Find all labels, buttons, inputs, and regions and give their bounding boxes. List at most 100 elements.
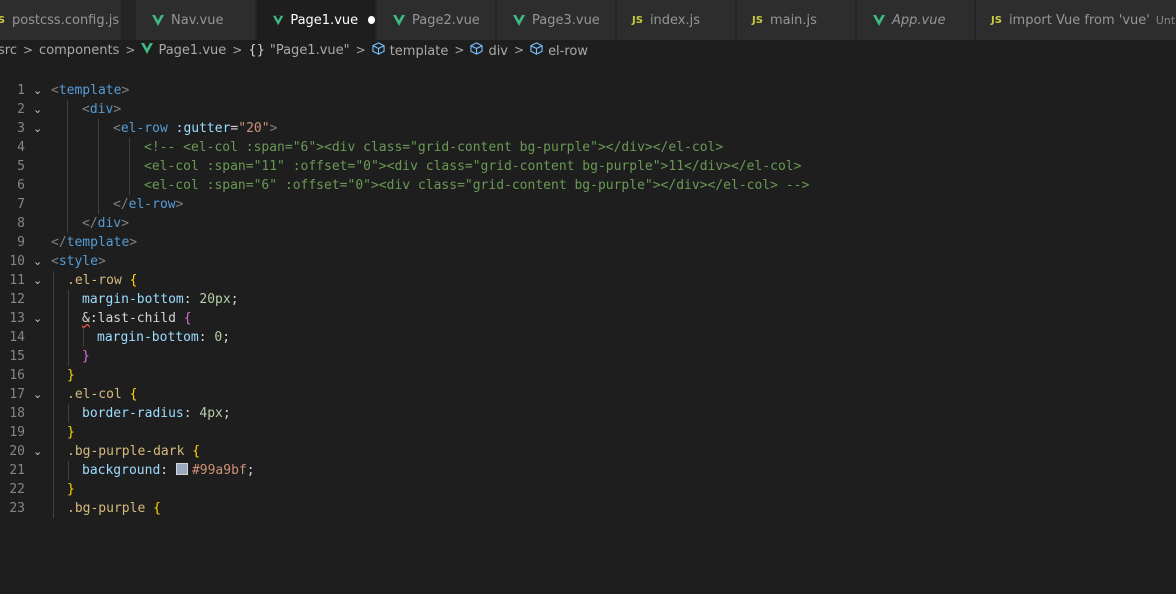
fold-chevron-icon[interactable]: ⌄ [33,119,45,138]
chevron-right-icon: > [454,43,465,57]
indent-guide [53,290,54,309]
code-text: margin-bottom: 20px; [82,290,239,309]
object-braces-icon: {} [248,42,265,58]
code-editor[interactable]: 1 2 ⌄ <template> 3 ⌄ <div> 4 ⌄ <el-row :… [0,60,1176,518]
indent-guide [129,176,130,195]
colon: : [160,463,176,478]
indent-guide [68,461,69,480]
code-line: 12 ⌄ .el-row { [0,271,1176,307]
tab-label: Page1.vue [290,12,359,28]
tab-label: postcss.config.js [11,12,120,28]
tag-name: el-row [120,121,168,136]
code-line: 18 ⌄ .el-col { [0,385,1176,421]
colon: : [198,330,215,345]
tab-page3-vue[interactable]: Page3.vue [497,0,616,40]
brace: { [183,311,192,326]
indent-guide [67,157,68,176]
css-property: border-radius [82,406,184,421]
editor-tab-bar: JS postcss.config.js Nav.vue Page1.vue P… [0,0,1176,40]
tab-index-js[interactable]: JS index.js [617,0,736,40]
breadcrumb-label: div [488,43,508,59]
tag-name: div [97,216,122,231]
tab-nav-vue[interactable]: Nav.vue [136,0,256,40]
tab-description: Untitled [1155,13,1176,27]
breadcrumb: src > components > Page1.vue > {} "Page1.… [0,40,1176,60]
vue-file-icon [141,42,154,54]
comment-text: <el-col :span="6" :offset="0"><div class… [144,178,810,193]
tab-untitled[interactable]: JS import Vue from 'vue' Untitled [976,0,1176,40]
breadcrumb-item-file[interactable]: Page1.vue [141,42,226,58]
tab-main-js[interactable]: JS main.js [737,0,856,40]
tab-page1-vue[interactable]: Page1.vue [257,0,376,40]
brace: } [67,368,75,383]
tab-label: main.js [769,12,817,28]
code-line: 9 </div> [0,214,1176,250]
code-text: <template> [51,81,129,100]
indent-guide [67,119,68,138]
tag-bracket: < [113,121,121,136]
tab-page2-vue[interactable]: Page2.vue [377,0,496,40]
brace: { [192,444,201,459]
indent-guide [67,176,68,195]
indent-guide [53,366,54,385]
indent-guide [53,309,54,328]
colon: : [183,406,200,421]
comment-text: <el-col :span="11" :offset="0"><div clas… [144,159,802,174]
css-property: background [82,463,161,478]
breadcrumb-item-template[interactable]: template [372,41,448,59]
tag-bracket: > [269,121,278,136]
code-line: 5 <!-- <el-col :span="6"><div class="gri… [0,138,1176,174]
unsaved-dot-icon[interactable] [368,16,375,24]
tab-app-vue[interactable]: App.vue [857,0,975,40]
fold-chevron-icon[interactable]: ⌄ [33,271,45,290]
tag-bracket: < [51,83,59,98]
chevron-right-icon: > [125,43,136,57]
tab-label: Page2.vue [412,12,480,28]
tag-bracket: > [121,83,130,98]
fold-chevron-icon[interactable]: ⌄ [33,81,45,100]
js-file-icon: JS [632,14,643,26]
vue-file-icon [273,15,284,25]
code-line: 23 } [0,480,1176,516]
tab-postcss-config[interactable]: JS postcss.config.js [0,0,122,40]
breadcrumb-item-src[interactable]: src [0,43,17,58]
code-text: } [67,423,75,442]
code-text: } [67,480,75,499]
code-line: 8 </el-row> [0,195,1176,231]
tag-bracket: > [175,197,184,212]
cube-icon [470,41,484,55]
fold-chevron-icon[interactable]: ⌄ [33,100,45,119]
indent-guide [53,328,54,347]
code-line: 20 } [0,423,1176,459]
brace: { [129,273,138,288]
breadcrumb-item-components[interactable]: components [39,43,119,58]
fold-chevron-icon[interactable]: ⌄ [33,252,45,271]
code-text: } [82,347,90,366]
css-value: 20px [199,292,231,307]
indent-guide [53,347,54,366]
code-line: 15 margin-bottom: 0; [0,328,1176,364]
fold-chevron-icon[interactable]: ⌄ [33,442,45,461]
tag-name: el-row [128,197,176,212]
indent-guide [98,119,99,138]
code-text: <style> [51,252,106,271]
indent-guide [67,214,68,233]
fold-chevron-icon[interactable]: ⌄ [33,385,45,404]
code-line: 19 border-radius: 4px; [0,404,1176,440]
color-swatch[interactable] [175,463,188,475]
js-file-icon: JS [991,14,1002,26]
code-line: 2 ⌄ <template> [0,81,1176,117]
js-file-icon: JS [752,14,763,26]
indent-guide [67,100,68,119]
code-text: .bg-purple-dark { [67,442,200,461]
code-text: border-radius: 4px; [82,404,231,423]
breadcrumb-item-object[interactable]: {} "Page1.vue" [248,43,349,58]
code-text: </div> [82,214,129,233]
code-line: 1 [0,62,1176,98]
code-line: 11 ⌄ <style> [0,252,1176,288]
breadcrumb-item-el-row[interactable]: el-row [530,41,588,59]
breadcrumb-item-div[interactable]: div [470,41,508,59]
tag-name: style [58,254,98,269]
fold-chevron-icon[interactable]: ⌄ [33,309,45,328]
indent-guide [129,138,130,157]
